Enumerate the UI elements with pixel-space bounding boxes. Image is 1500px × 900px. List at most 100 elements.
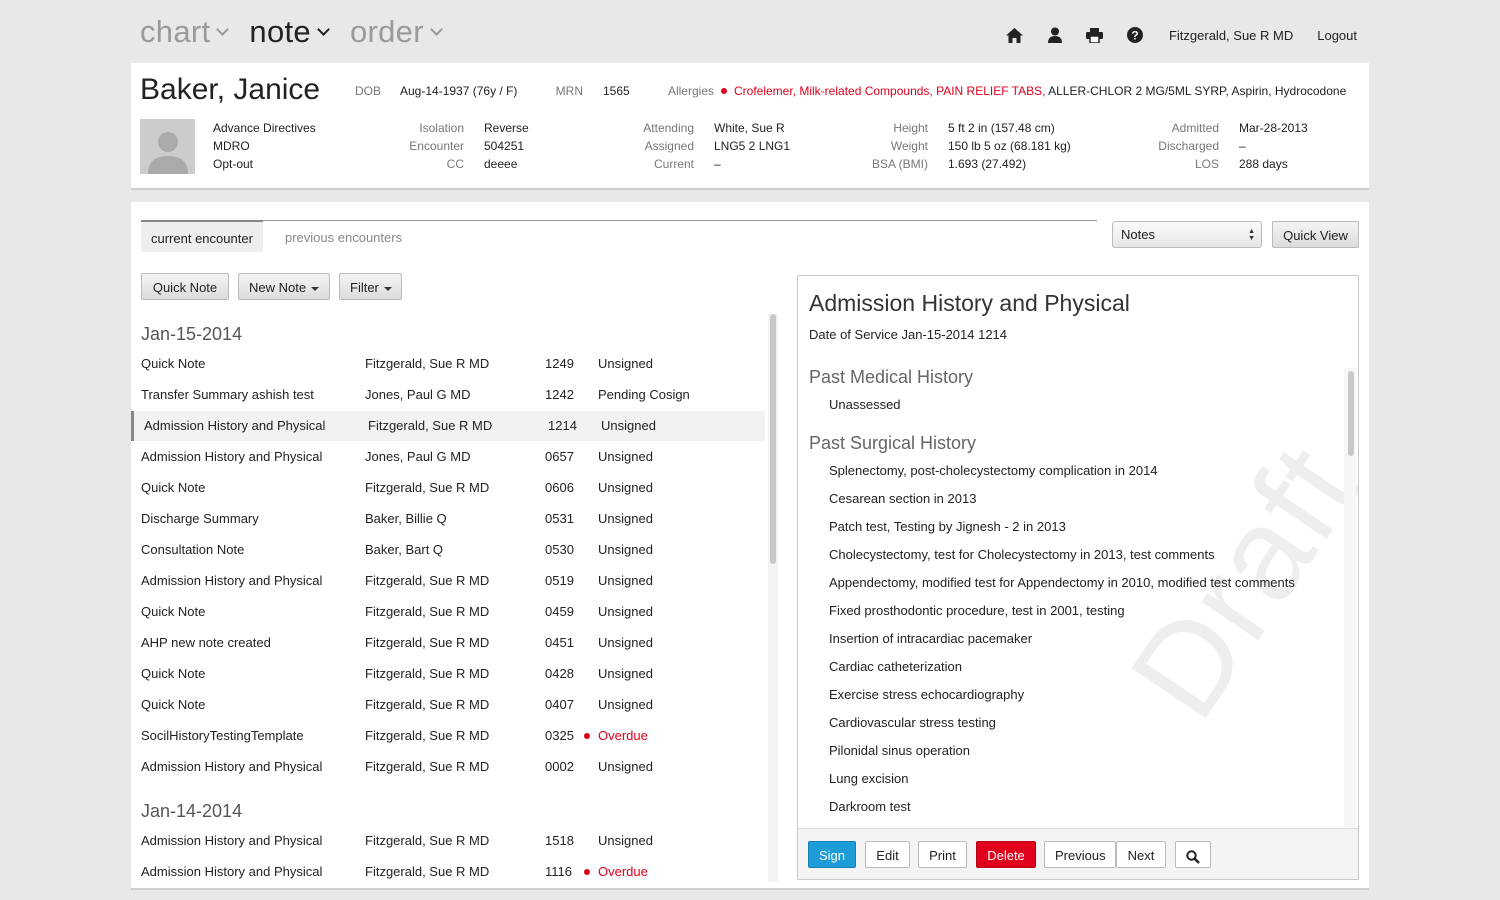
- table-row[interactable]: Quick Note Fitzgerald, Sue R MD 0606 Unsign…: [131, 473, 765, 503]
- note-author-text: Fitzgerald, Sue R MD: [365, 728, 490, 743]
- table-row[interactable]: Consultation Note Baker, Bart Q 0530 Unsign…: [131, 535, 765, 565]
- table-row[interactable]: Admission History and Physical Fitzgerald…: [131, 857, 765, 882]
- note-status-text: Unsigned: [598, 573, 653, 588]
- weight-value: 150 lb 5 oz (68.181 kg): [948, 139, 1071, 153]
- note-status-text: Unsigned: [598, 542, 653, 557]
- table-row[interactable]: Quick Note Fitzgerald, Sue R MD 0428 Unsign…: [131, 659, 765, 689]
- table-row[interactable]: Admission History and Physical Fitzgerald…: [131, 411, 765, 441]
- note-author: Fitzgerald, Sue R MD: [365, 721, 489, 751]
- top-nav: chart note order: [140, 14, 443, 50]
- table-row[interactable]: SocilHistoryTestingTemplate Fitzgerald, S…: [131, 721, 765, 751]
- section-item: Appendectomy, modified test for Appendec…: [829, 575, 1295, 590]
- table-row[interactable]: Quick Note Fitzgerald, Sue R MD 0459 Unsign…: [131, 597, 765, 627]
- new-note-button[interactable]: New Note: [238, 273, 330, 300]
- note-author-text: Fitzgerald, Sue R MD: [365, 604, 490, 619]
- height-label: Height: [893, 121, 928, 135]
- table-row[interactable]: Admission History and Physical Fitzgerald…: [131, 826, 765, 856]
- nav-chart[interactable]: chart: [140, 14, 230, 50]
- help-icon[interactable]: ?: [1125, 25, 1145, 45]
- search-button[interactable]: [1175, 841, 1211, 868]
- home-icon[interactable]: [1005, 25, 1025, 45]
- new-note-label: New Note: [249, 280, 307, 295]
- tab-current-encounter[interactable]: current encounter: [141, 220, 263, 252]
- note-status: Unsigned: [598, 473, 653, 503]
- sign-button[interactable]: Sign: [808, 841, 856, 868]
- filter-button[interactable]: Filter: [339, 273, 402, 300]
- note-status-text: Unsigned: [598, 449, 653, 464]
- allergies-other: ALLER-CHLOR 2 MG/5ML SYRP, Aspirin, Hydr…: [1048, 84, 1347, 98]
- previous-button[interactable]: Previous: [1044, 841, 1116, 868]
- note-status: Unsigned: [598, 442, 653, 472]
- chevron-down-icon: [216, 22, 230, 36]
- nav-note-label: note: [249, 14, 311, 49]
- attending-label: Attending: [643, 121, 694, 135]
- note-title-text: Consultation Note: [141, 542, 245, 557]
- preview-scrollbar-thumb[interactable]: [1348, 371, 1354, 456]
- table-row[interactable]: Admission History and Physical Fitzgerald…: [131, 566, 765, 596]
- view-select[interactable]: Notes ▲ ▼: [1112, 221, 1262, 248]
- note-time-text: 0657: [545, 449, 574, 464]
- bsa-label: BSA (BMI): [871, 157, 928, 171]
- note-status: Pending Cosign: [598, 380, 690, 410]
- note-title: Admission History and Physical: [144, 411, 325, 441]
- table-row[interactable]: Admission History and Physical Fitzgerald…: [131, 752, 765, 782]
- note-status-text: Unsigned: [598, 511, 653, 526]
- note-status: Unsigned: [598, 535, 653, 565]
- table-row[interactable]: Discharge Summary Baker, Billie Q 0531 Unsi…: [131, 504, 765, 534]
- note-time: 0407: [545, 690, 574, 720]
- note-author: Fitzgerald, Sue R MD: [365, 826, 489, 856]
- note-author: Fitzgerald, Sue R MD: [365, 628, 489, 658]
- notes-panel: current encounter previous encounters No…: [131, 202, 1369, 890]
- print-button[interactable]: Print: [918, 841, 967, 868]
- note-author-text: Fitzgerald, Sue R MD: [368, 418, 493, 433]
- delete-button[interactable]: Delete: [976, 841, 1036, 868]
- quick-note-button[interactable]: Quick Note: [141, 273, 229, 300]
- note-title-text: Quick Note: [141, 480, 206, 495]
- quick-view-button[interactable]: Quick View: [1272, 221, 1359, 248]
- note-time: 0459: [545, 597, 574, 627]
- edit-button[interactable]: Edit: [865, 841, 910, 868]
- section-item: Cesarean section in 2013: [829, 491, 977, 506]
- cc-value: deeee: [484, 157, 518, 171]
- note-title: AHP new note created: [141, 628, 271, 658]
- note-status-text: Overdue: [598, 728, 648, 743]
- dob-label: DOB: [354, 84, 381, 98]
- note-title: Transfer Summary ashish test: [141, 380, 314, 410]
- note-author: Fitzgerald, Sue R MD: [365, 473, 489, 503]
- encounter-label: Encounter: [409, 139, 464, 153]
- table-row[interactable]: Admission History and Physical Jones, Pau…: [131, 442, 765, 472]
- note-status-text: Unsigned: [598, 356, 653, 371]
- note-time-text: 1242: [545, 387, 574, 402]
- section-heading-past-surgical-history: Past Surgical History: [809, 433, 977, 453]
- note-time-text: 0531: [545, 511, 574, 526]
- note-time-text: 0451: [545, 635, 574, 650]
- note-time-text: 1518: [545, 833, 574, 848]
- note-title-text: Admission History and Physical: [141, 864, 323, 879]
- filter-label: Filter: [350, 280, 379, 295]
- section-item: Lung excision: [829, 771, 909, 786]
- note-time-text: 0606: [545, 480, 574, 495]
- table-row[interactable]: Quick Note Fitzgerald, Sue R MD 0407 Unsign…: [131, 690, 765, 720]
- next-button[interactable]: Next: [1116, 841, 1166, 868]
- print-icon[interactable]: [1085, 25, 1105, 45]
- nav-note[interactable]: note: [249, 14, 330, 50]
- section-item: Cardiac catheterization: [829, 659, 962, 674]
- allergies-value[interactable]: Crofelemer, Milk-related Compounds, PAIN…: [721, 84, 1346, 98]
- note-author: Fitzgerald, Sue R MD: [365, 597, 489, 627]
- note-author-text: Jones, Paul G MD: [365, 449, 471, 464]
- note-author-text: Fitzgerald, Sue R MD: [365, 833, 490, 848]
- table-row[interactable]: Quick Note Fitzgerald, Sue R MD 1249 Unsign…: [131, 349, 765, 379]
- note-status: Unsigned: [601, 411, 656, 441]
- assigned-value: LNG5 2 LNG1: [714, 139, 791, 153]
- svg-text:?: ?: [1131, 29, 1138, 43]
- table-row[interactable]: AHP new note created Fitzgerald, Sue R MD…: [131, 628, 765, 658]
- user-icon[interactable]: [1045, 25, 1065, 45]
- tab-previous-encounters[interactable]: previous encounters: [275, 221, 412, 253]
- date-of-service: Date of Service Jan-15-2014 1214: [809, 327, 1008, 342]
- note-status-text: Overdue: [598, 864, 648, 879]
- user-name[interactable]: Fitzgerald, Sue R MD: [1169, 28, 1293, 43]
- note-title: Admission History and Physical: [141, 442, 322, 472]
- logout-link[interactable]: Logout: [1317, 28, 1357, 43]
- table-row[interactable]: Transfer Summary ashish test Jones, Paul …: [131, 380, 765, 410]
- nav-order[interactable]: order: [350, 14, 443, 50]
